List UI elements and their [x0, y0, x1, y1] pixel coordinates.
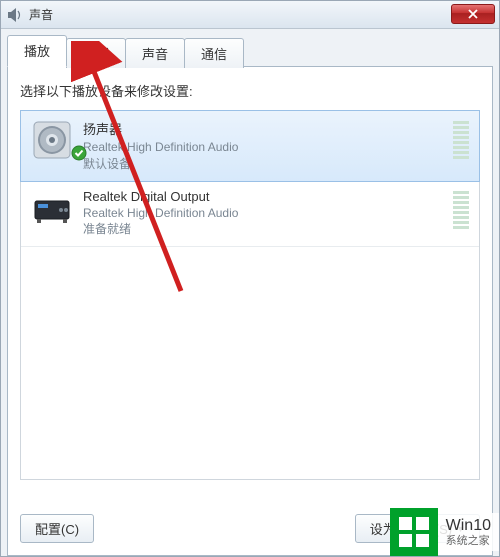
tab-panel-playback: 选择以下播放设备来修改设置:	[7, 66, 493, 556]
close-button[interactable]	[451, 4, 495, 24]
sound-dialog-window: 声音 播放 录制 声音 通信 选择以下播放设备来修改设置:	[0, 0, 500, 557]
tab-communications[interactable]: 通信	[184, 38, 244, 68]
level-meter	[453, 121, 469, 159]
instruction-text: 选择以下播放设备来修改设置:	[20, 81, 480, 100]
watermark: Win10 系统之家	[390, 508, 499, 556]
device-name: Realtek Digital Output	[83, 189, 447, 204]
device-item-speaker[interactable]: 扬声器 Realtek High Definition Audio 默认设备	[20, 110, 480, 182]
device-list[interactable]: 扬声器 Realtek High Definition Audio 默认设备	[20, 110, 480, 480]
button-label: 配置(C)	[35, 519, 79, 538]
configure-button[interactable]: 配置(C)	[20, 514, 94, 543]
device-text: 扬声器 Realtek High Definition Audio 默认设备	[83, 119, 447, 173]
watermark-text: Win10 系统之家	[438, 513, 499, 551]
close-icon	[468, 8, 478, 21]
device-subtitle: Realtek High Definition Audio	[83, 139, 447, 156]
digital-output-icon	[31, 189, 73, 231]
tab-label: 声音	[142, 47, 168, 62]
tab-label: 录制	[83, 47, 109, 62]
watermark-logo-icon	[390, 508, 438, 556]
watermark-line1: Win10	[446, 517, 491, 535]
tab-recording[interactable]: 录制	[66, 38, 126, 68]
watermark-line2: 系统之家	[446, 535, 491, 547]
tab-playback[interactable]: 播放	[7, 35, 67, 67]
device-name: 扬声器	[83, 119, 447, 138]
device-item-digital-output[interactable]: Realtek Digital Output Realtek High Defi…	[21, 181, 479, 248]
device-subtitle: Realtek High Definition Audio	[83, 205, 447, 222]
speaker-icon	[31, 119, 73, 161]
tab-label: 通信	[201, 47, 227, 62]
device-status: 默认设备	[83, 156, 447, 173]
tab-sounds[interactable]: 声音	[125, 38, 185, 68]
tab-strip: 播放 录制 声音 通信	[7, 35, 493, 67]
device-text: Realtek Digital Output Realtek High Defi…	[83, 189, 447, 239]
device-status: 准备就绪	[83, 221, 447, 238]
titlebar: 声音	[1, 1, 499, 29]
tab-label: 播放	[24, 44, 50, 59]
sound-icon	[7, 7, 23, 23]
default-check-icon	[71, 145, 87, 161]
window-title: 声音	[29, 6, 53, 23]
level-meter	[453, 191, 469, 229]
tab-area: 播放 录制 声音 通信 选择以下播放设备来修改设置:	[1, 29, 499, 556]
